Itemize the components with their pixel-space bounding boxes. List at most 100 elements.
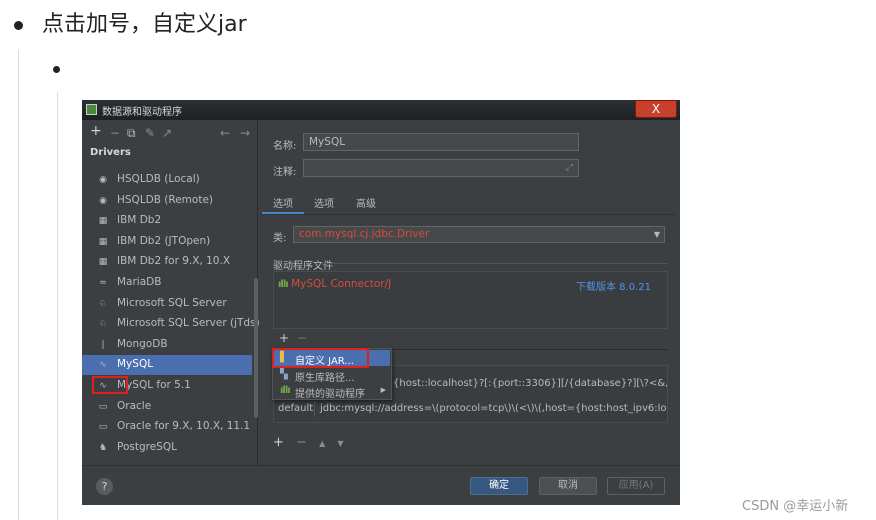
expand-icon[interactable]: ⤢ <box>566 160 573 176</box>
driver-icon: ▦ <box>98 216 108 227</box>
driver-item[interactable]: ▦ IBM Db2 for 9.X, 10.X <box>82 252 252 272</box>
remove-file-icon[interactable]: − <box>297 331 307 345</box>
copy-icon[interactable]: ⧉ <box>127 126 136 141</box>
cancel-button[interactable]: 取消 <box>539 477 597 495</box>
custom-jar-highlight-box <box>272 348 369 368</box>
driver-icon: ▦ <box>98 236 108 247</box>
tab-divider <box>260 214 675 215</box>
move-down-icon[interactable]: ▼ <box>337 439 343 448</box>
scrollbar-thumb[interactable] <box>254 278 258 418</box>
menu-item-native-library-path[interactable]: ▚ 原生库路径... <box>274 367 390 384</box>
driver-class-select[interactable]: com.mysql.cj.jdbc.Driver ▼ <box>293 226 665 243</box>
driver-files-list: ıllı MySQL Connector/J 下载版本 8.0.21 <box>273 271 668 329</box>
back-arrow-icon[interactable]: ← <box>220 126 230 140</box>
list-guide-line <box>18 50 19 520</box>
driver-label: HSQLDB (Remote) <box>117 193 214 206</box>
driver-item[interactable]: ♞ PostgreSQL <box>82 438 252 458</box>
driver-icon: ▦ <box>98 257 108 268</box>
files-toolbar: + − <box>273 329 668 350</box>
add-file-icon[interactable]: + <box>279 331 289 345</box>
comment-label: 注释: <box>273 167 297 178</box>
app-icon <box>86 104 97 115</box>
name-input[interactable]: MySQL <box>303 133 579 151</box>
download-version-link[interactable]: 下载版本 8.0.21 <box>576 278 651 293</box>
driver-file-name: MySQL Connector/J <box>291 278 392 290</box>
chevron-down-icon[interactable]: ▼ <box>654 227 660 242</box>
driver-label: IBM Db2 for 9.X, 10.X <box>117 255 231 268</box>
driver-icon: ◉ <box>99 195 107 206</box>
driver-item[interactable]: ▦ IBM Db2 <box>82 211 252 231</box>
driver-label: IBM Db2 (JTOpen) <box>117 234 211 247</box>
table-row[interactable]: default jdbc:mysql://address=\(protocol=… <box>274 399 667 419</box>
apply-button[interactable]: 应用(A) <box>607 477 665 495</box>
library-icon: ıllı <box>280 385 291 396</box>
driver-icon: ▭ <box>98 401 108 412</box>
tab-options[interactable]: 选项 <box>273 195 293 210</box>
help-button[interactable]: ? <box>96 478 113 495</box>
driver-item[interactable]: ♘ Microsoft SQL Server <box>82 294 252 314</box>
driver-item[interactable]: ❘ MongoDB <box>82 335 252 355</box>
driver-icon: ♞ <box>98 442 108 453</box>
folder-icon: ▚ <box>280 369 288 380</box>
driver-item[interactable]: ◉ HSQLDB (Local) <box>82 170 252 190</box>
ok-button[interactable]: 确定 <box>470 477 528 495</box>
add-url-icon[interactable]: + <box>273 435 284 450</box>
driver-item[interactable]: ▦ IBM Db2 (JTOpen) <box>82 232 252 252</box>
menu-item-provided-driver[interactable]: ıllı 提供的驱动程序 ▶ <box>274 383 390 400</box>
move-up-icon[interactable]: ▲ <box>319 439 325 448</box>
driver-label: Microsoft SQL Server <box>117 296 227 309</box>
driver-icon: ♘ <box>98 298 108 309</box>
driver-label: Oracle <box>117 399 152 412</box>
sub-list-guide-line <box>57 92 58 520</box>
driver-label: Microsoft SQL Server (jTds) <box>117 317 260 330</box>
comment-input[interactable]: ⤢ <box>303 159 579 177</box>
driver-item[interactable]: ♘ Microsoft SQL Server (jTds) <box>82 314 260 334</box>
driver-label: Oracle for 9.X, 10.X, 11.1 <box>117 420 251 433</box>
remove-icon[interactable]: − <box>110 126 120 140</box>
mysql-highlight-box <box>92 376 128 394</box>
driver-item[interactable]: ◉ HSQLDB (Remote) <box>82 191 252 211</box>
export-icon[interactable]: ↗ <box>162 126 172 140</box>
driver-icon: ∿ <box>99 360 107 371</box>
driver-icon: ♘ <box>98 319 108 330</box>
title-bar: 数据源和驱动程序 X <box>82 100 680 120</box>
name-label: 名称: <box>273 141 297 152</box>
tab-options-2[interactable]: 选项 <box>314 195 334 210</box>
driver-class-value: com.mysql.cj.jdbc.Driver <box>299 228 430 240</box>
driver-label: PostgreSQL <box>117 440 177 453</box>
driver-label: IBM Db2 <box>117 214 162 227</box>
close-button[interactable]: X <box>635 100 677 118</box>
driver-files-label: 驱动程序文件 <box>273 261 333 272</box>
driver-icon: ❘ <box>99 339 107 350</box>
step-heading: 点击加号，自定义jar <box>42 12 247 37</box>
driver-icon: ▭ <box>98 422 108 433</box>
drivers-panel: + − ⧉ ✎ ↗ ← → Drivers ◉ HSQLDB (Local) ◉ HS… <box>82 120 260 465</box>
drivers-section-title: Drivers <box>90 147 131 158</box>
list-item[interactable]: ıllı MySQL Connector/J <box>278 278 391 290</box>
library-icon: ıllı <box>278 279 289 290</box>
bullet-dot <box>14 21 23 30</box>
driver-label: MySQL <box>117 358 154 371</box>
driver-label: MariaDB <box>117 276 162 288</box>
driver-item[interactable]: ▭ Oracle <box>82 397 252 417</box>
forward-arrow-icon[interactable]: → <box>240 126 250 140</box>
watermark: CSDN @幸运小新 <box>742 499 849 514</box>
sub-bullet-dot <box>53 66 60 73</box>
edit-icon[interactable]: ✎ <box>145 126 155 140</box>
add-icon[interactable]: + <box>90 123 102 139</box>
class-label: 类: <box>273 233 287 244</box>
submenu-arrow-icon: ▶ <box>380 386 386 394</box>
url-toolbar: + − ▲ ▼ <box>273 435 344 450</box>
driver-label: MongoDB <box>117 337 168 350</box>
driver-item[interactable]: ▭ Oracle for 9.X, 10.X, 11.1 <box>82 417 252 437</box>
dialog-title: 数据源和驱动程序 <box>102 107 182 118</box>
remove-url-icon[interactable]: − <box>296 435 307 450</box>
driver-item[interactable]: ≈ MariaDB <box>82 273 252 293</box>
driver-item[interactable]: ∿ MySQL <box>82 355 252 376</box>
driver-icon: ◉ <box>99 175 107 185</box>
data-sources-dialog: 数据源和驱动程序 X + − ⧉ ✎ ↗ ← → Drivers ◉ HSQLDB… <box>82 100 680 505</box>
driver-label: MySQL for 5.1 <box>117 379 191 391</box>
dialog-footer: ? 确定 取消 应用(A) <box>82 465 680 505</box>
tab-advanced[interactable]: 高级 <box>356 195 376 210</box>
driver-label: HSQLDB (Local) <box>117 173 200 185</box>
